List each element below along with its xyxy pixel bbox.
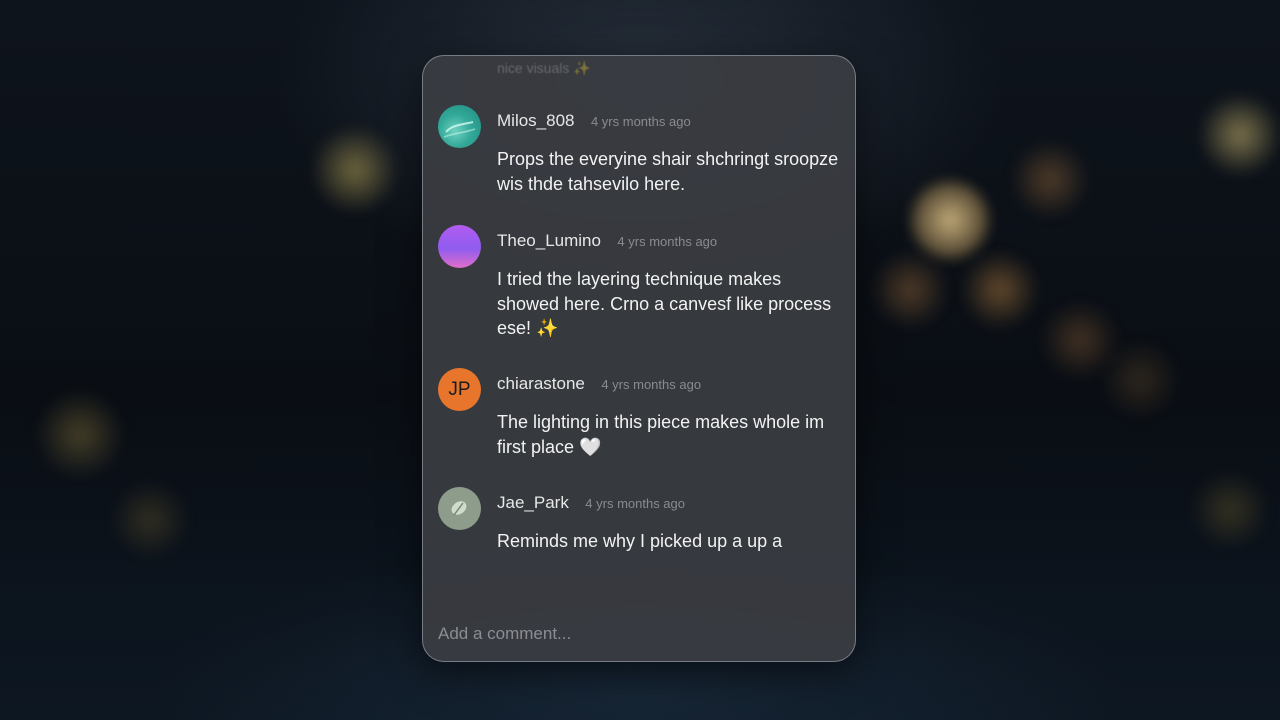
white-heart-emoji: 🤍 bbox=[579, 436, 602, 457]
bokeh-light bbox=[110, 480, 190, 560]
timestamp: 4 yrs months ago bbox=[601, 377, 702, 392]
comment-meta: Jae_Park 4 yrs months ago bbox=[497, 493, 685, 513]
comment-text: Reminds me why I picked up a up a bbox=[497, 531, 783, 551]
username[interactable]: chiarastone bbox=[497, 374, 585, 393]
bokeh-light bbox=[1190, 470, 1270, 550]
comment-meta: Theo_Lumino 4 yrs months ago bbox=[497, 231, 717, 251]
leaf-photo-icon bbox=[451, 501, 467, 516]
username[interactable]: Theo_Lumino bbox=[497, 231, 601, 250]
bokeh-light bbox=[1010, 140, 1090, 220]
user-avatar[interactable] bbox=[438, 487, 481, 530]
username[interactable]: Milos_808 bbox=[497, 111, 575, 130]
comment-meta: chiarastone 4 yrs months ago bbox=[497, 374, 701, 394]
user-avatar-initials[interactable]: JP bbox=[438, 368, 481, 411]
bokeh-light bbox=[1100, 340, 1180, 420]
comment-text-content: The lighting in this piece makes whole i… bbox=[497, 412, 825, 457]
comment-meta: Milos_808 4 yrs months ago bbox=[497, 111, 691, 131]
timestamp: 4 yrs months ago bbox=[617, 234, 718, 249]
bokeh-light bbox=[960, 250, 1040, 330]
timestamp: 4 yrs months ago bbox=[590, 114, 691, 129]
faded-previous-comment: nice visuals ✨ bbox=[497, 60, 591, 76]
landscape-icon bbox=[443, 121, 476, 138]
bokeh-light bbox=[910, 180, 990, 260]
bokeh-light bbox=[870, 250, 950, 330]
timestamp: 4 yrs months ago bbox=[585, 496, 685, 511]
user-avatar[interactable] bbox=[438, 225, 481, 268]
comments-panel: nice visuals ✨ Milos_808 4 yrs months ag… bbox=[422, 55, 856, 662]
user-avatar[interactable] bbox=[438, 105, 481, 148]
bokeh-light bbox=[35, 390, 125, 480]
comment-text: The lighting in this piece makes whole i… bbox=[497, 410, 842, 459]
bokeh-light bbox=[310, 125, 400, 215]
blurred-bokeh-background: nice visuals ✨ Milos_808 4 yrs months ag… bbox=[0, 0, 1280, 720]
comment-text: Props the everyine shair shchringt sroop… bbox=[497, 149, 839, 194]
sparkles-emoji: ✨ bbox=[536, 318, 559, 338]
username[interactable]: Jae_Park bbox=[497, 493, 569, 512]
bokeh-light bbox=[1200, 90, 1280, 180]
add-comment-input[interactable] bbox=[438, 622, 828, 646]
comment-text: I tried the layering technique makes sho… bbox=[497, 267, 842, 341]
